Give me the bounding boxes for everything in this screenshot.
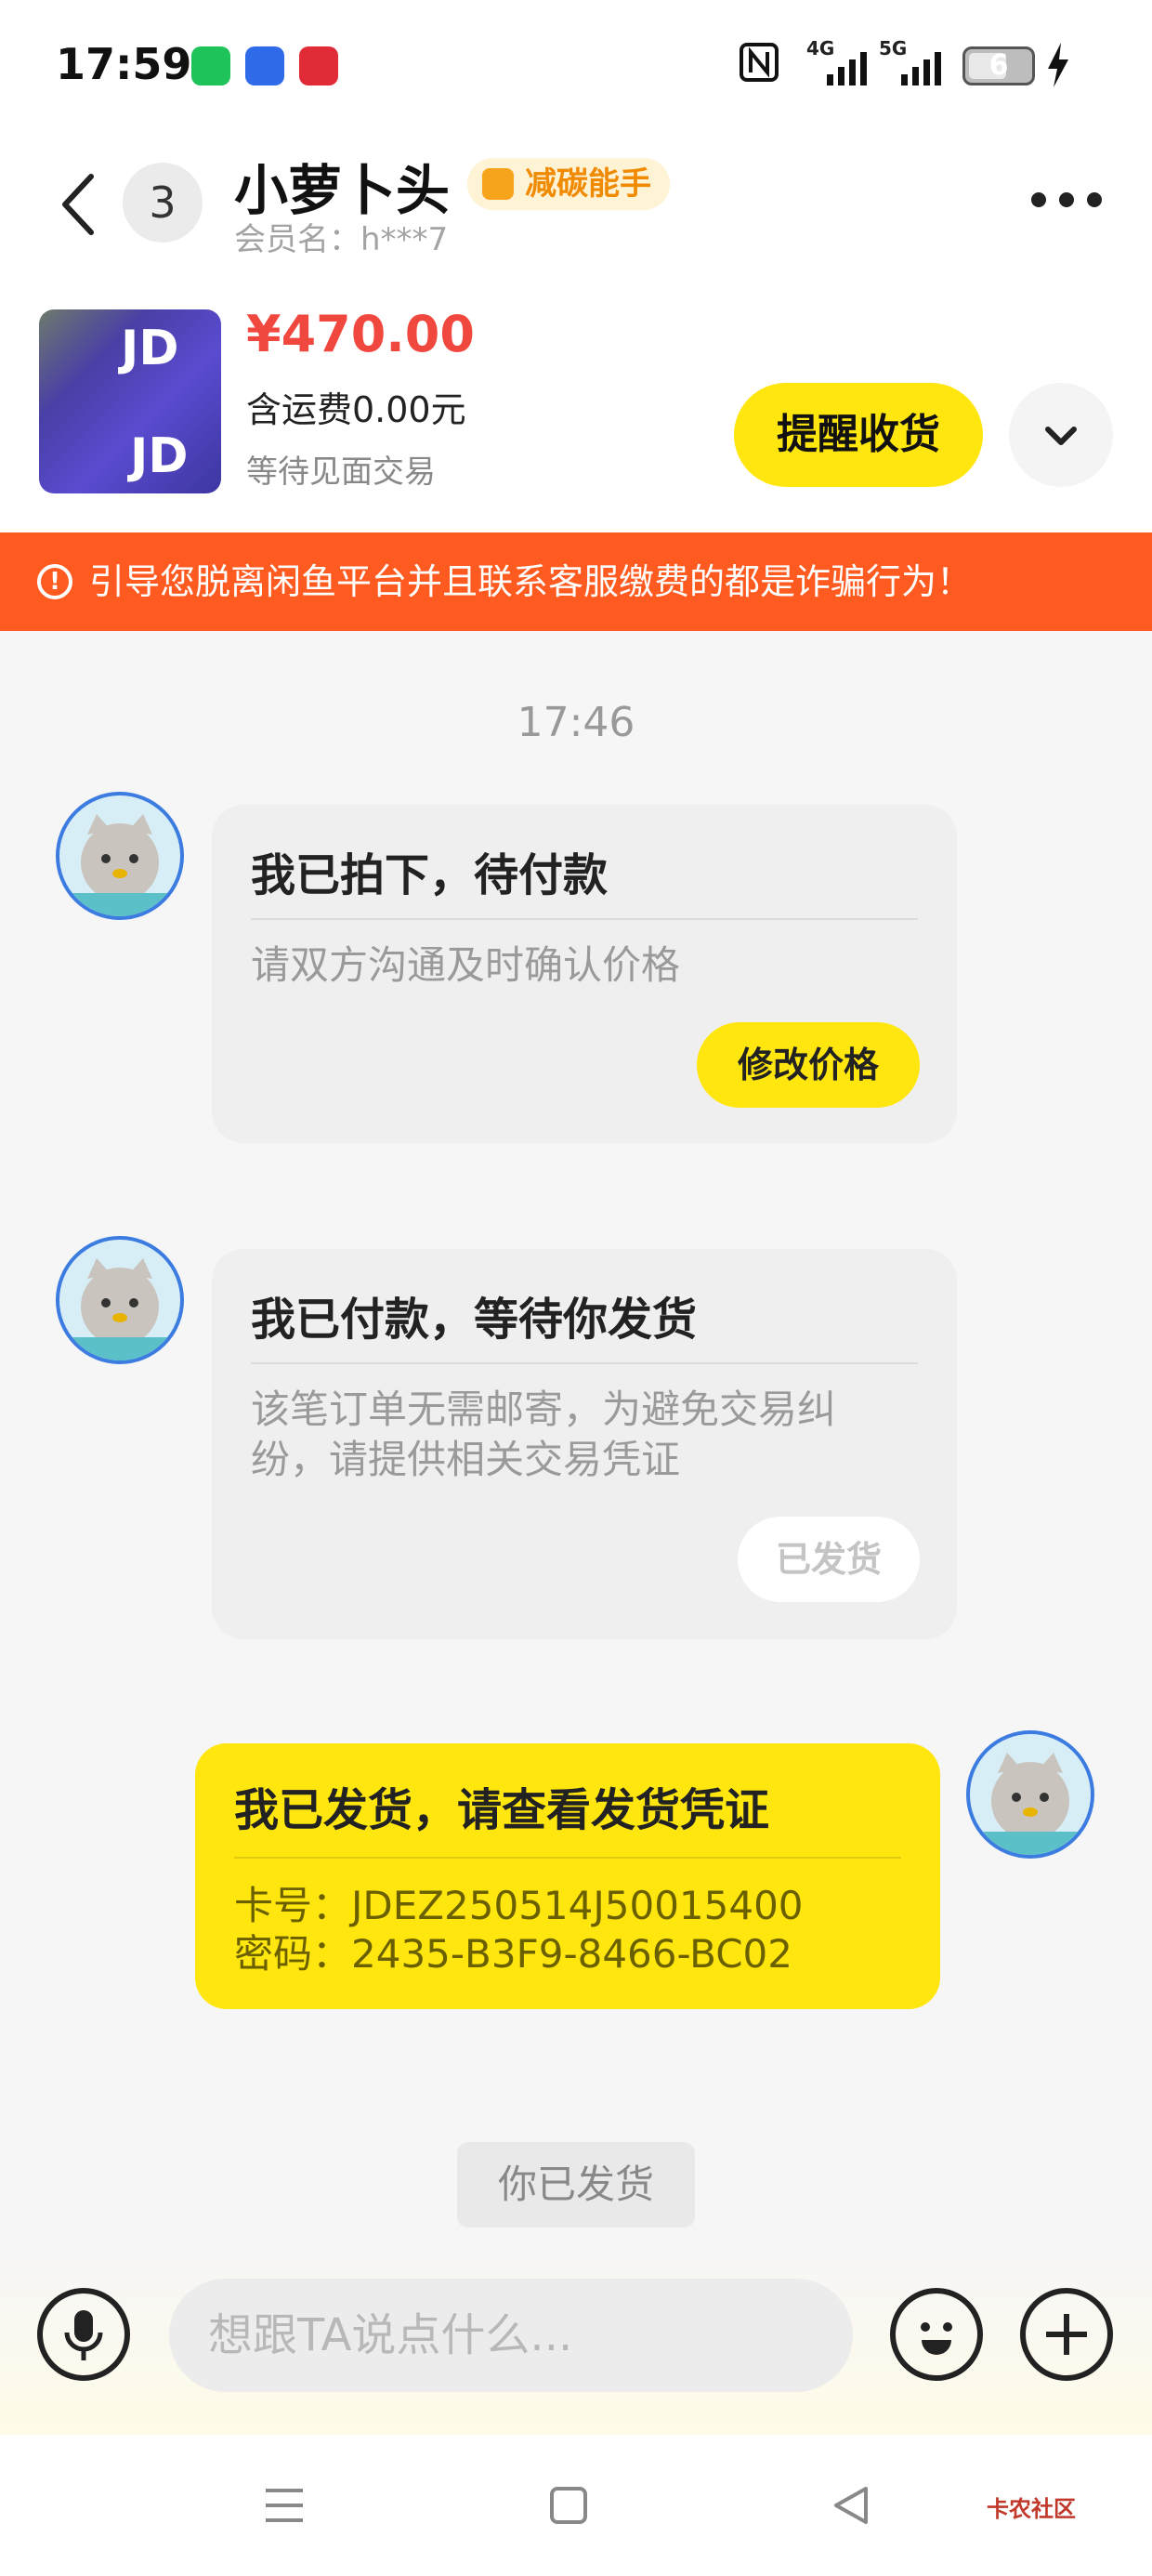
warning-icon: !	[37, 564, 72, 599]
message-divider	[251, 918, 918, 920]
battery-icon: 6	[962, 46, 1035, 85]
system-note-text: 你已发货	[456, 2142, 695, 2228]
message-input[interactable]: 想跟TA说点什么...	[169, 2279, 853, 2392]
message-body: 请双方沟通及时确认价格	[251, 942, 681, 988]
chat-timestamp: 17:46	[517, 699, 635, 746]
home-nav-button[interactable]	[548, 2485, 589, 2530]
message-divider	[251, 1362, 918, 1364]
watermark: 卡农社区	[987, 2496, 1076, 2522]
signal-4g-icon: 4G	[806, 37, 871, 87]
trade-status: 等待见面交易	[246, 453, 436, 491]
product-thumbnail[interactable]: JD JD	[39, 309, 221, 493]
cat-avatar-icon	[59, 814, 180, 916]
message-bubble-3: 我已发货，请查看发货凭证 卡号：JDEZ250514J50015400 密码：2…	[195, 1743, 940, 2009]
triangle-back-icon	[834, 2487, 868, 2524]
cat-avatar-icon	[59, 1258, 180, 1360]
status-time: 17:59	[56, 39, 192, 89]
emoji-icon	[921, 2322, 952, 2355]
baidu-icon	[245, 46, 284, 85]
my-avatar[interactable]	[966, 1730, 1094, 1859]
fraud-warning-banner: 引导您脱离闲鱼平台并且联系客服缴费的都是诈骗行为！	[0, 532, 1152, 631]
square-icon	[550, 2487, 587, 2524]
message-title: 我已发货，请查看发货凭证	[234, 1784, 770, 1836]
menu-icon	[266, 2489, 303, 2522]
system-note: 你已发货	[0, 2142, 1152, 2228]
thumb-text-2: JD	[130, 428, 189, 484]
unread-count-badge[interactable]: 3	[123, 163, 203, 243]
app-icon	[299, 46, 338, 85]
menu-nav-button[interactable]	[262, 2485, 307, 2530]
microphone-icon	[64, 2310, 103, 2360]
shipped-button[interactable]: 已发货	[738, 1517, 920, 1602]
more-options-button[interactable]	[1029, 189, 1104, 211]
message-body-line-2: 纷，请提供相关交易凭证	[251, 1437, 681, 1482]
card-number: 卡号：JDEZ250514J50015400	[234, 1883, 804, 1928]
plus-icon	[1046, 2314, 1087, 2355]
remind-receipt-button[interactable]: 提醒收货	[734, 383, 983, 487]
shipping-info: 含运费0.00元	[246, 389, 466, 430]
product-price: ¥470.00	[246, 305, 475, 363]
cat-avatar-icon	[970, 1753, 1091, 1855]
message-bubble-1: 我已拍下，待付款 请双方沟通及时确认价格 修改价格	[212, 805, 957, 1143]
modify-price-button[interactable]: 修改价格	[697, 1022, 920, 1108]
back-arrow-icon	[62, 174, 94, 235]
nfc-icon	[740, 43, 779, 90]
chevron-down-icon	[1045, 427, 1077, 445]
message-bubble-2: 我已付款，等待你发货 该笔订单无需邮寄，为避免交易纠 纷，请提供相关交易凭证 已…	[212, 1249, 957, 1639]
message-title: 我已拍下，待付款	[251, 849, 609, 901]
message-title: 我已付款，等待你发货	[251, 1294, 698, 1346]
message-divider	[234, 1857, 901, 1859]
signal-5g-icon: 5G	[879, 37, 946, 87]
thumb-text-1: JD	[121, 321, 179, 376]
more-dots-icon	[1031, 192, 1102, 207]
user-badge[interactable]: 减碳能手	[467, 158, 670, 210]
add-button[interactable]	[1020, 2288, 1113, 2381]
charging-icon	[1046, 41, 1070, 93]
battery-level: 6	[988, 49, 1009, 82]
emoji-button[interactable]	[890, 2288, 983, 2381]
back-nav-button[interactable]	[831, 2483, 871, 2531]
back-button[interactable]	[56, 167, 102, 242]
card-password: 密码：2435-B3F9-8466-BC02	[234, 1931, 793, 1977]
member-name: 会员名：h***7	[234, 221, 449, 258]
badge-label: 减碳能手	[525, 165, 651, 203]
message-body-line-1: 该笔订单无需邮寄，为避免交易纠	[251, 1387, 837, 1432]
badge-icon	[482, 168, 514, 200]
contact-avatar[interactable]	[56, 1236, 184, 1364]
expand-button[interactable]	[1009, 383, 1113, 487]
contact-avatar[interactable]	[56, 792, 184, 920]
wechat-icon	[191, 46, 230, 85]
voice-button[interactable]	[37, 2288, 130, 2381]
